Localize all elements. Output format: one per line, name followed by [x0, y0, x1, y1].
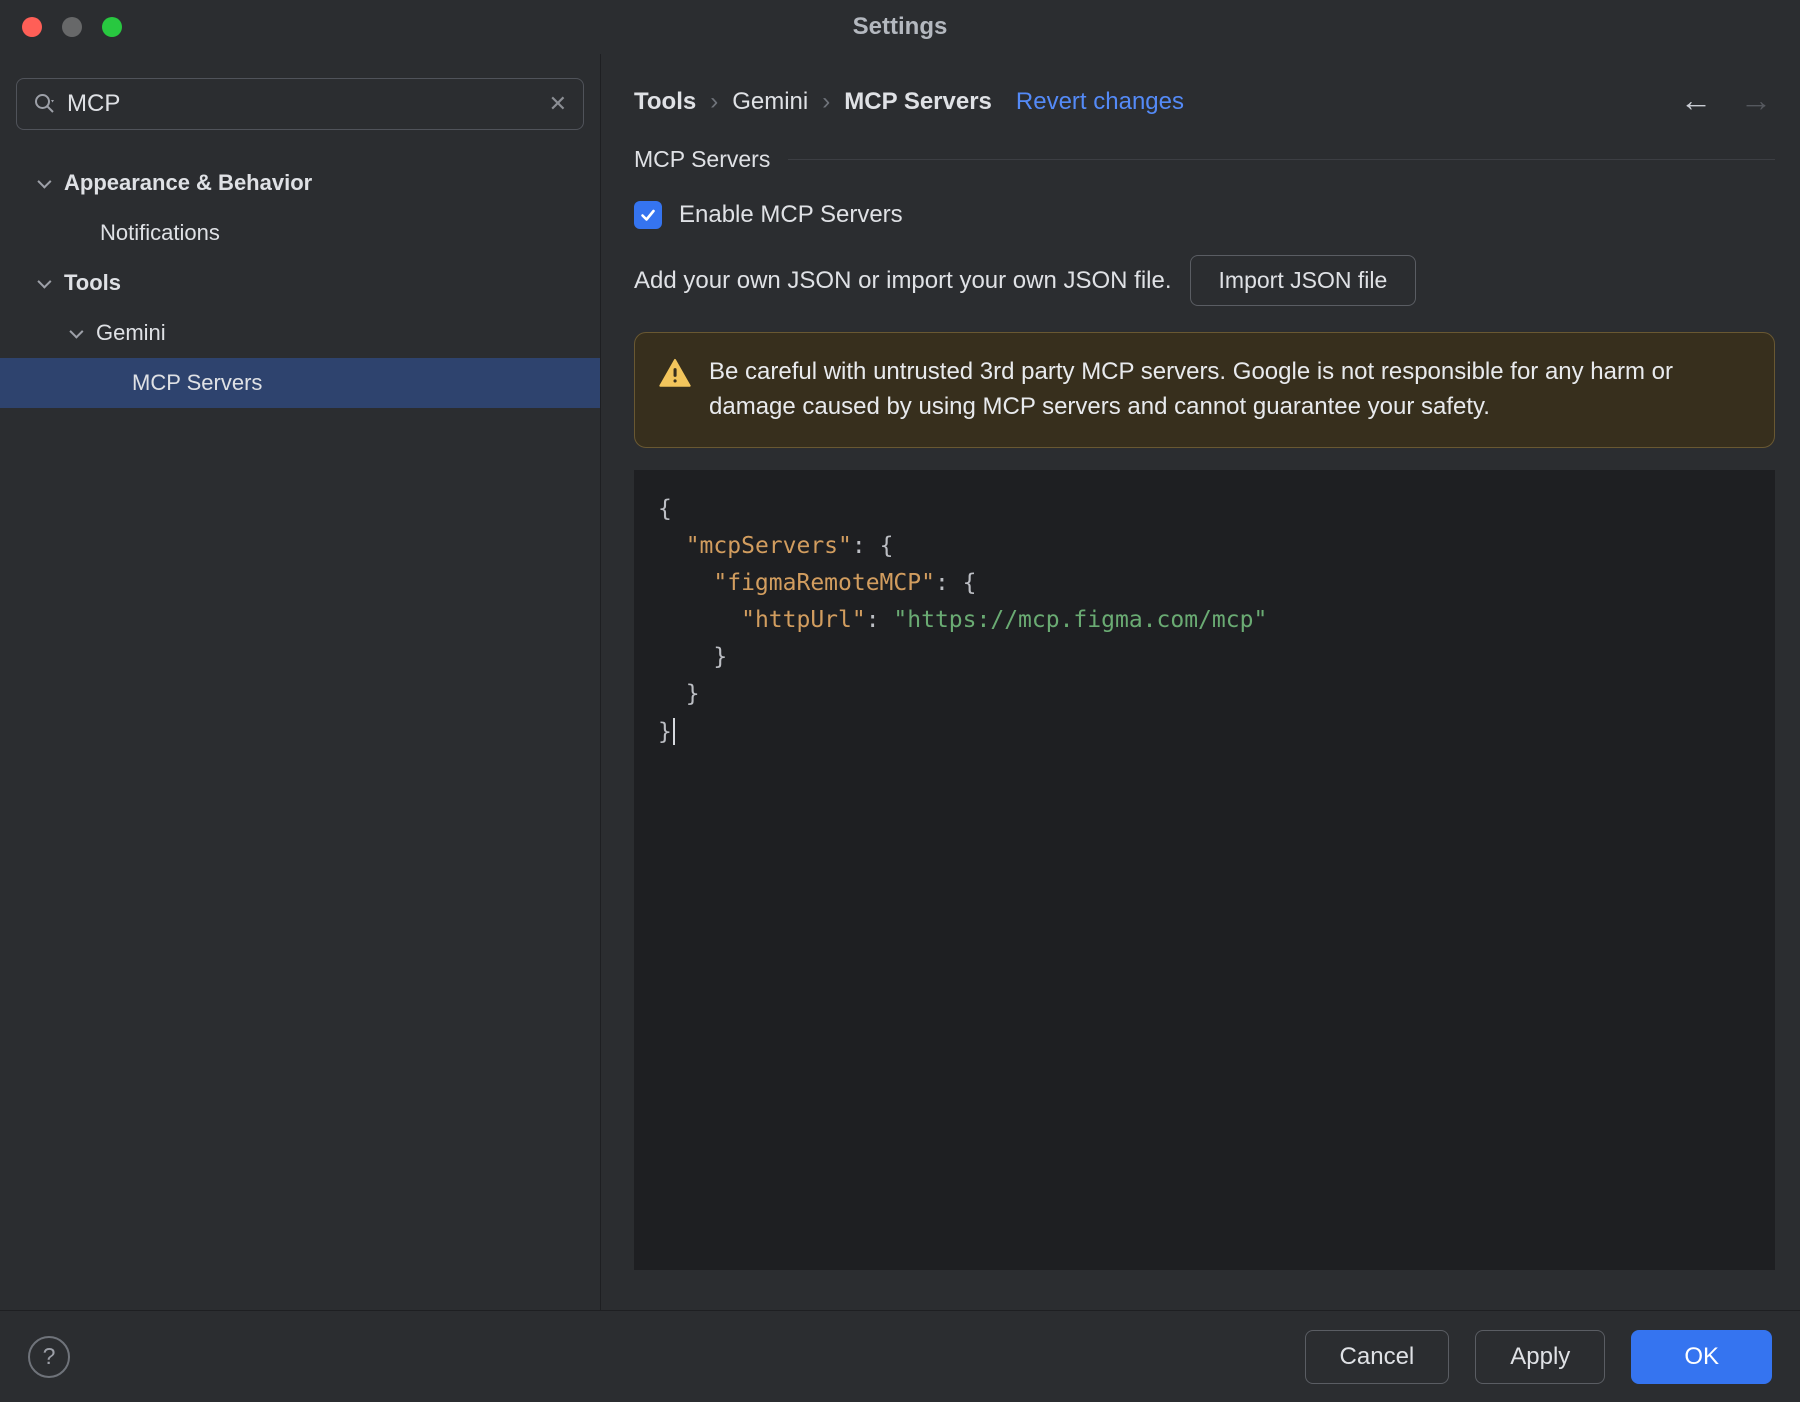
minimize-window-icon[interactable]	[62, 17, 82, 37]
settings-tree: Appearance & Behavior Notifications Tool…	[0, 158, 600, 408]
search-icon	[33, 92, 57, 116]
json-editor-code: { "mcpServers": { "figmaRemoteMCP": { "h…	[658, 496, 1751, 755]
ok-button[interactable]: OK	[1631, 1329, 1772, 1384]
warning-triangle-icon	[659, 358, 691, 399]
settings-dialog-body: ✕ Appearance & Behavior Notifications To…	[0, 54, 1800, 1310]
breadcrumb-gemini[interactable]: Gemini	[732, 88, 808, 116]
settings-sidebar: ✕ Appearance & Behavior Notifications To…	[0, 54, 601, 1310]
add-json-row: Add your own JSON or import your own JSO…	[634, 255, 1775, 306]
section-title: MCP Servers	[634, 146, 771, 172]
traffic-lights	[22, 17, 122, 37]
import-json-file-button[interactable]: Import JSON file	[1189, 255, 1417, 306]
sidebar-item-label: MCP Servers	[132, 370, 263, 395]
code-line: "httpUrl": "https://mcp.figma.com/mcp"	[741, 606, 1268, 633]
history-navigation: ← →	[1680, 82, 1772, 119]
settings-search-box[interactable]: ✕	[16, 78, 584, 130]
help-button[interactable]: ?	[28, 1335, 70, 1378]
enable-mcp-row: Enable MCP Servers	[634, 201, 1775, 229]
code-line: }	[658, 717, 1751, 755]
clear-search-icon[interactable]: ✕	[549, 91, 567, 117]
sidebar-item-notifications[interactable]: Notifications	[0, 208, 600, 258]
revert-changes-link[interactable]: Revert changes	[1016, 88, 1184, 116]
code-line: }	[658, 680, 700, 707]
settings-main-panel: Tools › Gemini › MCP Servers Revert chan…	[601, 54, 1800, 1310]
chevron-down-icon[interactable]	[37, 174, 52, 189]
back-arrow-icon[interactable]: ←	[1680, 82, 1712, 119]
sidebar-item-gemini[interactable]: Gemini	[0, 308, 600, 358]
section-header: MCP Servers	[634, 146, 1775, 173]
close-window-icon[interactable]	[22, 17, 42, 37]
sidebar-item-tools[interactable]: Tools	[0, 258, 600, 308]
breadcrumb-separator-icon: ›	[822, 88, 831, 115]
search-input[interactable]	[67, 90, 539, 118]
text-caret	[672, 717, 675, 745]
apply-button[interactable]: Apply	[1475, 1329, 1606, 1384]
question-mark-icon: ?	[42, 1343, 56, 1369]
cancel-button[interactable]: Cancel	[1304, 1329, 1450, 1384]
zoom-window-icon[interactable]	[102, 17, 122, 37]
breadcrumb-separator-icon: ›	[710, 88, 719, 115]
code-line: {	[658, 495, 672, 522]
titlebar: Settings	[0, 0, 1800, 54]
sidebar-item-label: Gemini	[96, 320, 166, 345]
checkmark-icon	[641, 209, 655, 221]
enable-mcp-checkbox[interactable]	[634, 201, 662, 229]
warning-banner: Be careful with untrusted 3rd party MCP …	[634, 332, 1775, 448]
enable-mcp-label: Enable MCP Servers	[679, 201, 903, 228]
sidebar-item-label: Appearance & Behavior	[64, 170, 313, 195]
code-line: "mcpServers": {	[685, 532, 894, 559]
window-title: Settings	[852, 13, 948, 40]
sidebar-item-mcp-servers[interactable]: MCP Servers	[0, 358, 600, 408]
sidebar-item-label: Notifications	[100, 220, 220, 245]
section-divider	[788, 159, 1775, 160]
add-json-text: Add your own JSON or import your own JSO…	[634, 266, 1172, 294]
footer-buttons: Cancel Apply OK	[1304, 1329, 1772, 1384]
forward-arrow-icon: →	[1740, 82, 1772, 118]
sidebar-item-label: Tools	[64, 270, 122, 295]
json-editor[interactable]: { "mcpServers": { "figmaRemoteMCP": { "h…	[634, 469, 1775, 1270]
chevron-down-icon[interactable]	[37, 274, 52, 289]
chevron-down-icon[interactable]	[69, 324, 84, 339]
dialog-footer: ? Cancel Apply OK	[0, 1310, 1800, 1402]
code-line: "figmaRemoteMCP": {	[713, 569, 977, 596]
sidebar-item-appearance-behavior[interactable]: Appearance & Behavior	[0, 158, 600, 208]
breadcrumb: Tools › Gemini › MCP Servers Revert chan…	[634, 88, 1775, 116]
code-line: }	[658, 643, 728, 670]
breadcrumb-mcp-servers[interactable]: MCP Servers	[844, 88, 992, 116]
warning-text: Be careful with untrusted 3rd party MCP …	[709, 358, 1673, 420]
breadcrumb-tools[interactable]: Tools	[634, 88, 696, 116]
